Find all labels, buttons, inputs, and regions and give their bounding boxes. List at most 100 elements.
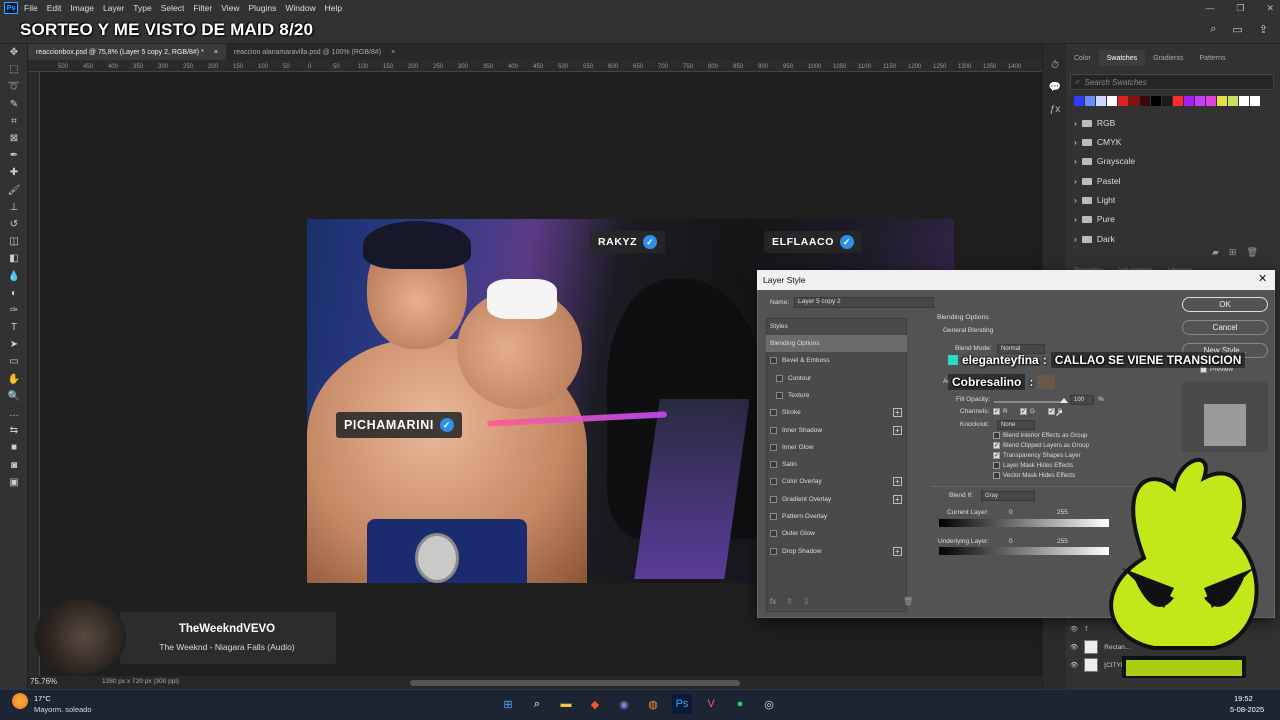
windows-start-icon[interactable]: ⊞ <box>498 694 518 714</box>
style-item[interactable]: Blending Options <box>766 335 907 352</box>
checkbox[interactable] <box>770 357 777 365</box>
trash-icon[interactable]: 🗑 <box>903 597 913 606</box>
zoom-level[interactable]: 75.76% <box>30 677 57 686</box>
fx-icon[interactable]: fx <box>770 597 776 606</box>
style-item[interactable]: Inner Shadow <box>766 422 907 439</box>
close-icon[interactable]: ✕ <box>1266 3 1274 14</box>
checkbox[interactable] <box>770 409 777 417</box>
checkbox[interactable] <box>770 530 777 538</box>
blend-if-select[interactable]: Gray <box>981 491 1035 501</box>
style-item[interactable]: Bevel & Emboss <box>766 352 907 369</box>
foreground-color-icon[interactable]: ■ <box>0 439 28 456</box>
tab-close-icon[interactable]: × <box>391 49 395 56</box>
delete-icon[interactable]: 🗑 <box>1246 247 1257 258</box>
knockout-select[interactable]: None <box>997 420 1035 430</box>
menu-view[interactable]: View <box>221 3 239 13</box>
swatch-group-grayscale[interactable]: › Grayscale <box>1074 156 1135 166</box>
eraser-tool-icon[interactable]: ◫ <box>0 233 28 250</box>
swatch[interactable] <box>1239 96 1249 106</box>
add-style-icon[interactable]: + <box>893 494 902 504</box>
blender-icon[interactable]: ◍ <box>643 694 663 714</box>
swatch[interactable] <box>1151 96 1161 106</box>
fill-opacity-value[interactable]: 100 <box>1070 395 1094 405</box>
checkbox[interactable] <box>993 472 1000 479</box>
style-item[interactable]: Texture <box>766 387 907 404</box>
option-checkbox[interactable]: Blend Interior Effects as Group <box>993 432 1088 439</box>
taskbar-date[interactable]: 5-08-2025 <box>1230 705 1264 714</box>
pen-tool-icon[interactable]: ✑ <box>0 302 28 319</box>
fx-panel-icon[interactable]: ƒx <box>1043 98 1067 120</box>
swatch[interactable] <box>1195 96 1205 106</box>
eye-icon[interactable]: 👁 <box>1070 625 1078 633</box>
add-style-icon[interactable]: + <box>893 425 902 435</box>
spotify-icon[interactable]: ● <box>730 694 750 714</box>
move-down-icon[interactable]: ⇩ <box>803 597 810 606</box>
eye-icon[interactable]: 👁 <box>1070 643 1078 651</box>
tab-patterns[interactable]: Patterns <box>1191 50 1233 66</box>
swatch[interactable] <box>1173 96 1183 106</box>
search-icon[interactable]: ⌕ <box>1210 23 1216 36</box>
option-checkbox[interactable]: ✓ Transparency Shapes Layer <box>993 452 1081 459</box>
tab-reaccionbox[interactable]: reaccionbox.psd @ 75,8% (Layer 5 copy 2,… <box>28 44 226 60</box>
comments-icon[interactable]: 💬 <box>1043 76 1067 98</box>
swatch[interactable] <box>1096 96 1106 106</box>
swatch[interactable] <box>1217 96 1227 106</box>
tab-swatches[interactable]: Swatches <box>1098 50 1146 66</box>
workspace-icon[interactable]: ▭ <box>1232 23 1242 36</box>
checkbox[interactable]: ✓ <box>993 408 1000 415</box>
menu-file[interactable]: File <box>24 3 38 13</box>
swatch[interactable] <box>1129 96 1139 106</box>
checkbox[interactable]: ✓ <box>1020 408 1027 415</box>
file-explorer-icon[interactable]: ▬ <box>556 694 576 714</box>
checkbox[interactable]: ✓ <box>993 442 1000 449</box>
add-style-icon[interactable]: + <box>893 408 902 418</box>
menu-image[interactable]: Image <box>70 3 94 13</box>
swatch[interactable] <box>1162 96 1172 106</box>
checkbox[interactable] <box>770 513 777 520</box>
quick-mask-icon[interactable]: ◙ <box>0 457 28 474</box>
path-select-icon[interactable]: ➤ <box>0 336 28 353</box>
underlying-layer-slider[interactable] <box>939 547 1109 555</box>
checkbox[interactable] <box>770 426 777 434</box>
minimize-icon[interactable]: — <box>1205 3 1214 13</box>
swatch[interactable] <box>1118 96 1128 106</box>
checkbox[interactable] <box>770 478 777 486</box>
swatch-search-input[interactable]: ⌕ Search Swatches <box>1070 74 1274 90</box>
discord-icon[interactable]: ◉ <box>614 694 634 714</box>
style-item[interactable]: Pattern Overlay <box>766 508 907 525</box>
marquee-tool-icon[interactable]: ⬚ <box>0 61 28 78</box>
swatch[interactable] <box>1250 96 1260 106</box>
swatch-group-cmyk[interactable]: › CMYK <box>1074 137 1121 147</box>
tab-reaccion-alanamaravilla[interactable]: reaccion alanamaravilla.psd @ 100% (RGB/… <box>226 44 403 60</box>
option-checkbox[interactable]: ✓ Blend Clipped Layers as Group <box>993 442 1089 449</box>
share-icon[interactable]: ⇪ <box>1259 23 1268 36</box>
color-swap-icon[interactable]: ⇆ <box>0 422 28 439</box>
fill-opacity-slider[interactable] <box>994 398 1068 403</box>
eye-icon[interactable]: 👁 <box>1070 661 1078 669</box>
checkbox[interactable] <box>770 461 777 469</box>
checkbox[interactable]: ✓ <box>993 452 1000 459</box>
new-group-icon[interactable]: ▰ <box>1212 247 1219 258</box>
swatch[interactable] <box>1107 96 1117 106</box>
swatch[interactable] <box>1074 96 1084 106</box>
menu-help[interactable]: Help <box>325 3 342 13</box>
document-info[interactable]: 1280 px x 720 px (300 ppi) <box>102 678 179 685</box>
maximize-icon[interactable]: ❐ <box>1236 3 1244 14</box>
blur-tool-icon[interactable]: 💧 <box>0 267 28 284</box>
add-style-icon[interactable]: + <box>893 546 902 556</box>
swatch[interactable] <box>1228 96 1238 106</box>
tab-color[interactable]: Color <box>1066 50 1099 66</box>
healing-tool-icon[interactable]: ✚ <box>0 164 28 181</box>
type-tool-icon[interactable]: T <box>0 319 28 336</box>
swatch[interactable] <box>1085 96 1095 106</box>
channel-r[interactable]: ✓ R <box>993 408 1007 415</box>
crop-tool-icon[interactable]: ⌗ <box>0 113 28 130</box>
checkbox[interactable] <box>993 462 1000 469</box>
checkbox[interactable] <box>993 432 1000 439</box>
photoshop-icon[interactable]: Ps <box>672 694 692 714</box>
swatch-group-light[interactable]: › Light <box>1074 195 1115 205</box>
swatch-group-rgb[interactable]: › RGB <box>1074 118 1115 128</box>
move-up-icon[interactable]: ⇧ <box>786 597 793 606</box>
style-item[interactable]: Gradient Overlay <box>766 491 907 508</box>
add-style-icon[interactable]: + <box>893 477 902 487</box>
